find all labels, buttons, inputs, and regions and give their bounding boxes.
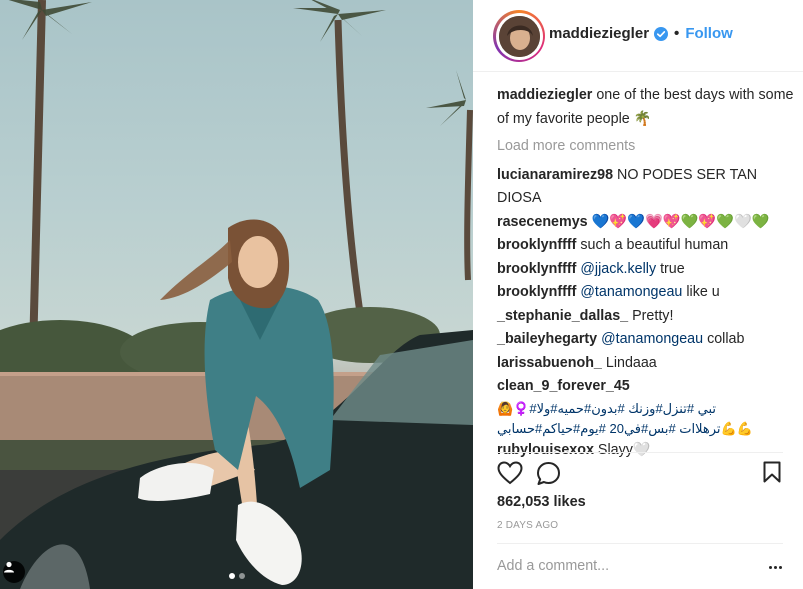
comment-username[interactable]: rubylouisexox — [497, 442, 594, 458]
comment-item: rasecenemys 💙💖💙💗💖💚💖💚🤍💚 — [497, 211, 797, 235]
carousel-dot[interactable] — [228, 573, 235, 579]
comment-username[interactable]: _stephanie_dallas_ — [497, 308, 628, 324]
comment-item: lucianaramirez98 NO PODES SER TAN DIOSA — [497, 164, 797, 211]
comment-username[interactable]: brooklynffff — [497, 237, 576, 253]
comment-text: Slayy🤍 — [597, 441, 651, 458]
comment-text-line: 💪💪ترهلاات #بس#في20 #يوم#حياكم#حسابي — [497, 420, 753, 436]
comment-item-arabic: clean_9_forever_45 تبي #تنزل#وزنك #بدون#… — [497, 375, 797, 439]
comment-text: such a beautiful human — [580, 237, 729, 253]
comment-mention[interactable]: @jjack.kelly — [580, 261, 656, 277]
comment-icon[interactable] — [536, 461, 561, 486]
comment-text-line: تبي #تنزل#وزنك #بدون#حميه#ولا#♀️🙆 — [497, 400, 717, 416]
comment-username[interactable]: clean_9_forever_45 — [497, 375, 797, 399]
header-separator: • — [674, 25, 680, 42]
comment-mention[interactable]: @tanamongeau — [601, 331, 703, 347]
comment-username[interactable]: _baileyhegarty — [497, 331, 597, 347]
comment-mention[interactable]: @tanamongeau — [580, 284, 682, 300]
comment-username[interactable]: rasecenemys — [497, 214, 588, 230]
comment-text: Lindaaa — [605, 354, 657, 371]
comment-text: 💙💖💙💗💖💚💖💚🤍💚 — [591, 213, 770, 230]
post-photo[interactable] — [0, 0, 473, 589]
post-header: maddieziegler • Follow — [473, 0, 803, 72]
comment-text: true — [656, 260, 685, 277]
photo-scene — [0, 0, 473, 589]
likes-count[interactable]: 862,053 likes — [497, 494, 586, 510]
comment-item: brooklynffff @tanamongeau like u — [497, 281, 797, 305]
avatar[interactable] — [493, 10, 545, 62]
comment-item: _stephanie_dallas_ Pretty! — [497, 305, 797, 329]
comment-username[interactable]: brooklynffff — [497, 261, 576, 277]
tag-person-icon[interactable] — [3, 561, 25, 583]
divider — [497, 543, 783, 544]
comment-username[interactable]: larissabuenoh_ — [497, 355, 602, 371]
verified-badge-icon — [654, 26, 669, 41]
heart-icon[interactable] — [497, 461, 523, 485]
divider — [497, 452, 783, 453]
add-comment-input[interactable] — [497, 558, 737, 574]
caption-username[interactable]: maddieziegler — [497, 87, 592, 103]
comment-item: _baileyhegarty @tanamongeau collab — [497, 328, 797, 352]
comment-username[interactable]: lucianaramirez98 — [497, 167, 613, 183]
post-caption: maddieziegler one of the best days with … — [497, 84, 797, 131]
comment-item: larissabuenoh_ Lindaaa — [497, 352, 797, 376]
follow-button[interactable]: Follow — [685, 25, 733, 42]
comment-item: rubylouisexox Slayy🤍 — [497, 439, 797, 463]
comment-username[interactable]: brooklynffff — [497, 284, 576, 300]
more-options-icon[interactable] — [769, 566, 782, 569]
bookmark-icon[interactable] — [763, 461, 781, 483]
post-timestamp[interactable]: 2 DAYS AGO — [497, 520, 558, 531]
comment-text: collab — [703, 331, 745, 347]
load-more-comments-link[interactable]: Load more comments — [497, 135, 797, 159]
add-comment-area — [497, 558, 777, 578]
comments-list: maddieziegler one of the best days with … — [497, 84, 797, 462]
post-actions — [497, 461, 787, 487]
comment-item: brooklynffff @jjack.kelly true — [497, 258, 797, 282]
carousel-dot[interactable] — [238, 573, 245, 579]
comment-item: brooklynffff such a beautiful human — [497, 234, 797, 258]
header-username[interactable]: maddieziegler — [549, 25, 649, 42]
comment-text: Pretty! — [632, 307, 674, 324]
post-side-panel: maddieziegler • Follow maddieziegler one… — [473, 0, 803, 589]
comment-text: like u — [682, 284, 720, 300]
carousel-indicator — [0, 573, 473, 579]
